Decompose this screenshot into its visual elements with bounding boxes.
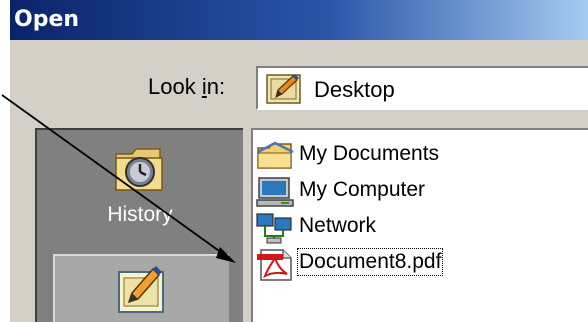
file-name: Document8.pdf xyxy=(296,248,444,276)
my-computer-icon xyxy=(255,176,295,213)
title-bar[interactable]: Open xyxy=(10,0,588,40)
desktop-icon xyxy=(55,256,229,319)
places-item-desktop[interactable] xyxy=(53,254,229,322)
pdf-file-icon xyxy=(255,248,295,287)
dialog-title: Open xyxy=(14,7,80,32)
history-icon xyxy=(37,130,243,201)
look-in-label: Look in: xyxy=(148,74,226,99)
places-bar: History xyxy=(35,128,243,322)
places-label-history: History xyxy=(107,203,173,226)
desktop-icon xyxy=(266,73,302,110)
look-in-dropdown[interactable]: Desktop xyxy=(256,66,588,110)
look-in-value: Desktop xyxy=(314,77,395,102)
my-documents-icon xyxy=(255,140,295,177)
file-name: My Computer xyxy=(299,178,426,201)
file-name: Network xyxy=(299,214,377,237)
open-dialog: Open Look in: Desktop History My Documen… xyxy=(10,0,588,322)
places-item-history[interactable]: History xyxy=(37,130,243,252)
file-list[interactable]: My Documents My Computer Network Documen… xyxy=(251,128,588,322)
network-icon xyxy=(255,212,295,249)
file-name: My Documents xyxy=(299,142,440,165)
